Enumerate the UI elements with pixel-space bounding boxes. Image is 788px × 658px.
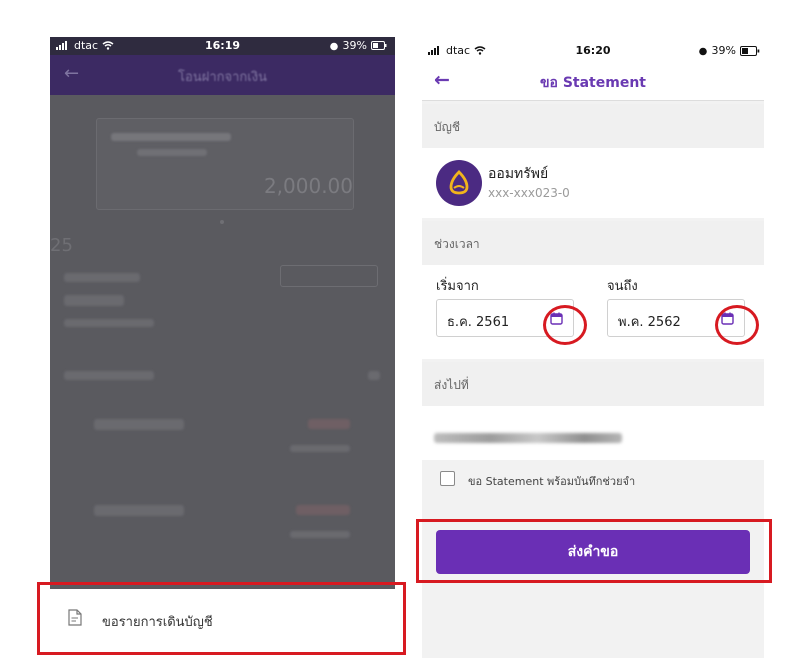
send-to-address bbox=[422, 406, 764, 460]
left-app-header: ← โอนฝากจากเงิน bbox=[50, 55, 395, 95]
right-page-title: ขอ Statement bbox=[539, 75, 646, 91]
blurred-list-amount bbox=[308, 419, 350, 429]
blurred-list-title bbox=[94, 419, 184, 430]
right-battery: 39% bbox=[698, 44, 760, 57]
right-status-bar: dtac 16:20 39% bbox=[422, 37, 764, 63]
account-type-name: ออมทรัพย์ bbox=[488, 166, 549, 182]
account-card-line bbox=[111, 133, 231, 141]
to-date-label: จนถึง bbox=[607, 279, 638, 294]
blurred-text bbox=[290, 531, 350, 538]
from-date-label: เริ่มจาก bbox=[436, 279, 479, 294]
alarm-icon bbox=[698, 47, 707, 55]
memo-checkbox-label: ขอ Statement พร้อมบันทึกช่วยจำ bbox=[468, 475, 636, 488]
account-section-label: บัญชี bbox=[434, 120, 460, 134]
account-info: ออมทรัพย์ xxx-xxx023-0 bbox=[422, 148, 764, 218]
period-section-label: ช่วงเวลา bbox=[434, 237, 480, 251]
battery-icon bbox=[740, 45, 760, 56]
left-phone-screen: dtac 16:19 39% ← โอนฝากจากเงิน 2,000.00 … bbox=[50, 37, 395, 649]
to-date-value: พ.ค. 2562 bbox=[618, 315, 681, 330]
blurred-text bbox=[64, 295, 124, 306]
blurred-text bbox=[64, 371, 154, 380]
blurred-email-address bbox=[434, 433, 622, 443]
blurred-list-amount bbox=[296, 505, 350, 515]
blurred-icon bbox=[368, 371, 380, 380]
account-number: xxx-xxx023-0 bbox=[488, 186, 570, 200]
highlight-submit-button bbox=[416, 519, 772, 583]
left-dimmed-content: 2,000.00 25 bbox=[50, 95, 395, 589]
highlight-action-sheet bbox=[37, 582, 406, 655]
screenshot-canvas: dtac 16:19 39% ← โอนฝากจากเงิน 2,000.00 … bbox=[0, 0, 788, 658]
period-section-header: ช่วงเวลา bbox=[422, 221, 764, 265]
page-indicator bbox=[220, 220, 224, 224]
from-date-value: ธ.ค. 2561 bbox=[447, 315, 510, 330]
memo-checkbox[interactable] bbox=[440, 471, 455, 486]
account-balance: 2,000.00 bbox=[263, 174, 353, 198]
account-card-line bbox=[137, 149, 207, 156]
account-section-header: บัญชี bbox=[422, 104, 764, 148]
left-battery: 39% bbox=[329, 39, 387, 52]
right-battery-percent: 39% bbox=[711, 44, 736, 57]
battery-icon bbox=[371, 41, 387, 50]
send-to-section-header: ส่งไปที่ bbox=[422, 362, 764, 406]
send-to-section-label: ส่งไปที่ bbox=[434, 378, 469, 392]
blurred-text bbox=[64, 319, 154, 327]
blurred-pill-button bbox=[280, 265, 378, 287]
period-selector: เริ่มจาก ธ.ค. 2561 จนถึง พ.ค. 2562 bbox=[422, 265, 764, 359]
blurred-text bbox=[64, 273, 140, 282]
blurred-text bbox=[290, 445, 350, 452]
memo-option-row[interactable]: ขอ Statement พร้อมบันทึกช่วยจำ bbox=[422, 460, 764, 500]
account-card: 2,000.00 bbox=[96, 118, 354, 210]
highlight-to-calendar bbox=[715, 305, 759, 345]
highlight-from-calendar bbox=[543, 305, 587, 345]
left-battery-percent: 39% bbox=[342, 39, 367, 52]
right-app-header: ← ขอ Statement bbox=[422, 63, 764, 101]
blurred-list-title bbox=[94, 505, 184, 516]
bank-logo-icon bbox=[436, 160, 482, 206]
left-page-title: โอนฝากจากเงิน bbox=[178, 70, 267, 85]
alarm-icon bbox=[329, 42, 338, 50]
left-status-bar: dtac 16:19 39% bbox=[50, 37, 395, 55]
adjacent-card-value: 25 bbox=[50, 235, 73, 256]
